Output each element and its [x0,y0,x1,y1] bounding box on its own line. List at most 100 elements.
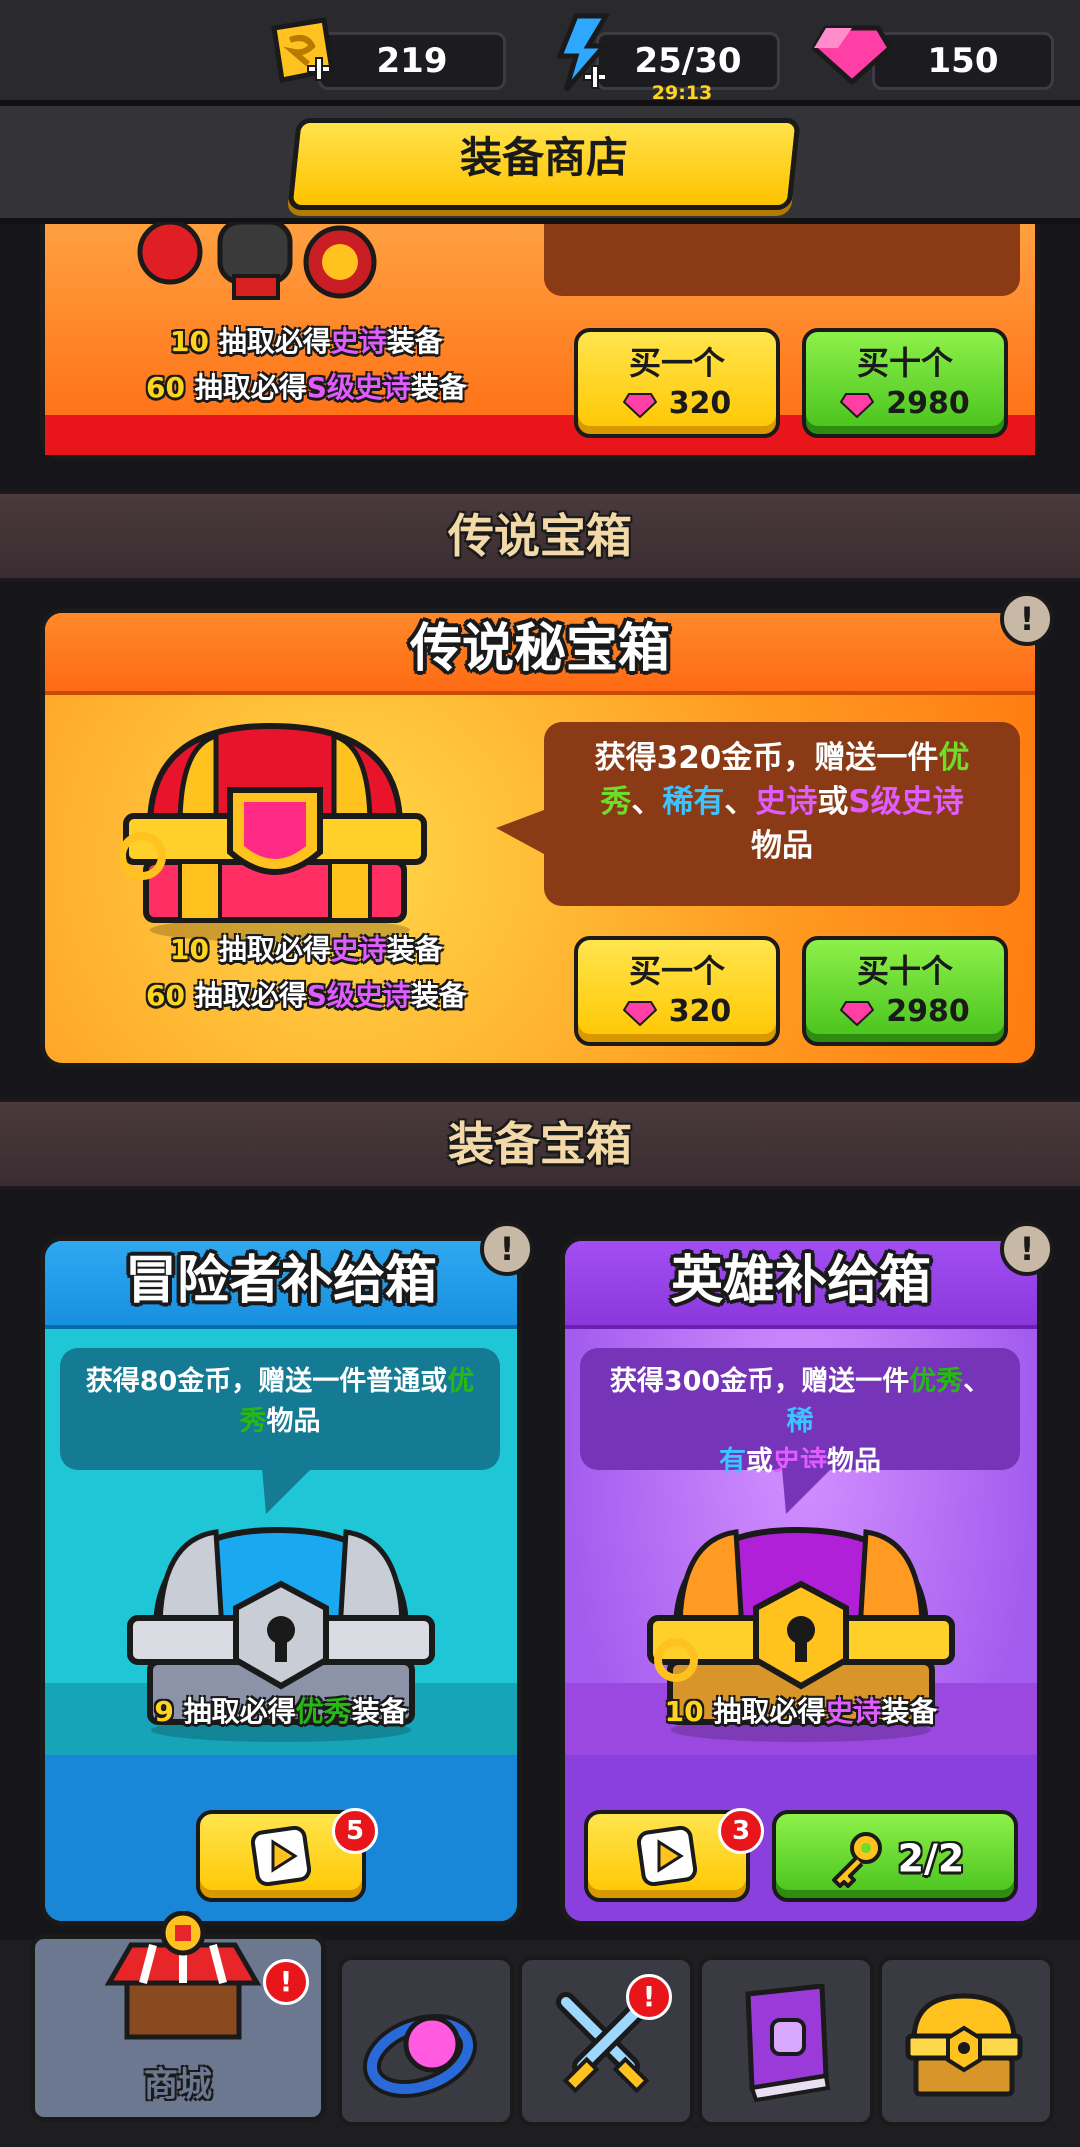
gem-icon [840,392,875,418]
pity-suffix: 装备 [386,933,443,966]
legend-chest-icon [118,716,430,942]
connector: 或 [817,784,849,820]
video-count-badge: 5 [332,1808,378,1854]
gold-add-button[interactable] [264,14,340,90]
gem-icon [622,392,657,418]
buy-one-label: 买一个 [628,344,725,382]
bubble-text: 物品 [266,1406,321,1437]
key-icon [831,1831,882,1888]
supreme-buy-ten-button[interactable]: 买十个 2980 [802,328,1008,438]
separator: 、 [963,1366,991,1397]
info-icon[interactable]: ! [480,1222,534,1276]
rarity-epic: 史诗 [755,784,818,820]
adventurer-pity-note: 9 抽取必得优秀装备 [40,1690,522,1730]
adventurer-card-title: 冒险者补给箱 [124,1251,437,1311]
bubble-tail [262,1468,312,1514]
nav-tab-chest[interactable] [878,1956,1054,2126]
alert-badge: ! [263,1959,309,2005]
chest-icon [905,1993,1023,2097]
nav-tab-shop[interactable]: 商城 ! [30,1911,326,2122]
pity-suffix: 装备 [351,1695,408,1728]
gem-pill: 150 [872,32,1054,90]
gold-pill: 219 [318,32,506,90]
pity-rarity: S级史诗 [306,371,411,404]
pity-text: 抽取必得 [173,1695,296,1728]
pity-suffix: 装备 [410,979,467,1012]
pity-rarity: 史诗 [330,325,387,358]
gem-icon [622,1000,657,1026]
gem-icon[interactable] [810,22,894,86]
rarity-rare: 有 [719,1446,746,1477]
nav-tab-book[interactable] [698,1956,874,2126]
price: 320 [668,386,732,421]
legend-card-title: 传说秘宝箱 [409,619,670,679]
nav-shop-label: 商城 [144,2065,212,2105]
info-icon[interactable]: ! [1000,1222,1054,1276]
pity-count: 10 [664,1695,704,1728]
legend-pity-note-2: 60 抽取必得S级史诗装备 [146,974,506,1014]
energy-value: 25/30 [634,41,742,81]
hero-card-title: 英雄补给箱 [670,1251,931,1311]
rarity-good: 秀 [600,784,632,820]
video-count-badge: 3 [718,1808,764,1854]
legend-buy-ten-button[interactable]: 买十个 2980 [802,936,1008,1046]
hero-open-with-key-button[interactable]: 2/2 [772,1810,1018,1902]
separator: 、 [631,784,663,820]
adventurer-info-bubble: 获得80金币，赠送一件普通或优 秀物品 [60,1348,500,1470]
pity-rarity: 优秀 [295,1695,352,1728]
pity-count: 60 [146,979,185,1012]
play-video-icon [250,1825,312,1887]
equip-section-header: 装备宝箱 [0,1098,1080,1190]
bubble-text: 物品 [751,828,813,864]
pity-text: 抽取必得 [184,371,307,404]
legend-section-header: 传说宝箱 [0,490,1080,582]
lightning-icon [556,13,611,92]
hero-pity-note: 10 抽取必得史诗装备 [560,1690,1042,1730]
section-title: 传说宝箱 [448,509,632,563]
nav-tab-battle[interactable]: ! [518,1956,694,2126]
pity-rarity: S级史诗 [306,979,411,1012]
gem-value: 150 [927,41,999,81]
key-count: 2/2 [897,1836,965,1881]
rarity-s-epic: S级史诗 [848,784,964,820]
rarity-rare: 稀有 [662,784,725,820]
legend-buy-one-button[interactable]: 买一个 320 [574,936,780,1046]
legend-pity-note-1: 10 抽取必得史诗装备 [170,928,490,968]
supreme-buy-one-button[interactable]: 买一个 320 [574,328,780,438]
bubble-text: 物品 [827,1446,881,1477]
supreme-pity-note-1: 10 抽取必得史诗装备 [170,320,490,360]
section-title: 装备宝箱 [448,1117,632,1171]
pity-rarity: 史诗 [330,933,387,966]
bubble-tail [782,1468,832,1514]
pity-count: 60 [146,371,185,404]
pity-text: 抽取必得 [703,1695,826,1728]
gold-coin-icon [271,17,335,83]
nav-tab-ring[interactable] [338,1956,514,2126]
bubble-text: 获得320金币，赠送一件 [594,740,939,776]
rarity-good: 秀 [239,1406,267,1437]
separator: 、 [724,784,756,820]
rarity-good: 优 [447,1366,475,1397]
pity-count: 10 [170,325,209,358]
energy-add-button[interactable] [546,12,616,94]
pity-rarity: 史诗 [825,1695,882,1728]
buy-ten-label: 买十个 [856,952,953,990]
pity-suffix: 装备 [881,1695,938,1728]
price: 2980 [886,994,970,1029]
buy-one-label: 买一个 [628,952,725,990]
alert-badge: ! [626,1974,672,2020]
legend-info-bubble: 获得320金币，赠送一件优 秀、稀有、史诗或S级史诗 物品 [544,722,1020,906]
energy-timer: 29:13 [651,82,713,104]
pity-text: 抽取必得 [184,979,307,1012]
info-icon[interactable]: ! [1000,592,1054,646]
gem-icon [840,1000,875,1026]
rarity-good: 优 [938,740,970,776]
connector: 或 [746,1446,773,1477]
pity-count: 9 [154,1695,174,1728]
pity-suffix: 装备 [410,371,467,404]
buy-ten-label: 买十个 [856,344,953,382]
ring-icon [362,2014,478,2098]
bubble-text: 获得80金币，赠送一件普通或 [85,1366,448,1397]
play-video-icon [636,1825,698,1887]
pity-suffix: 装备 [386,325,443,358]
